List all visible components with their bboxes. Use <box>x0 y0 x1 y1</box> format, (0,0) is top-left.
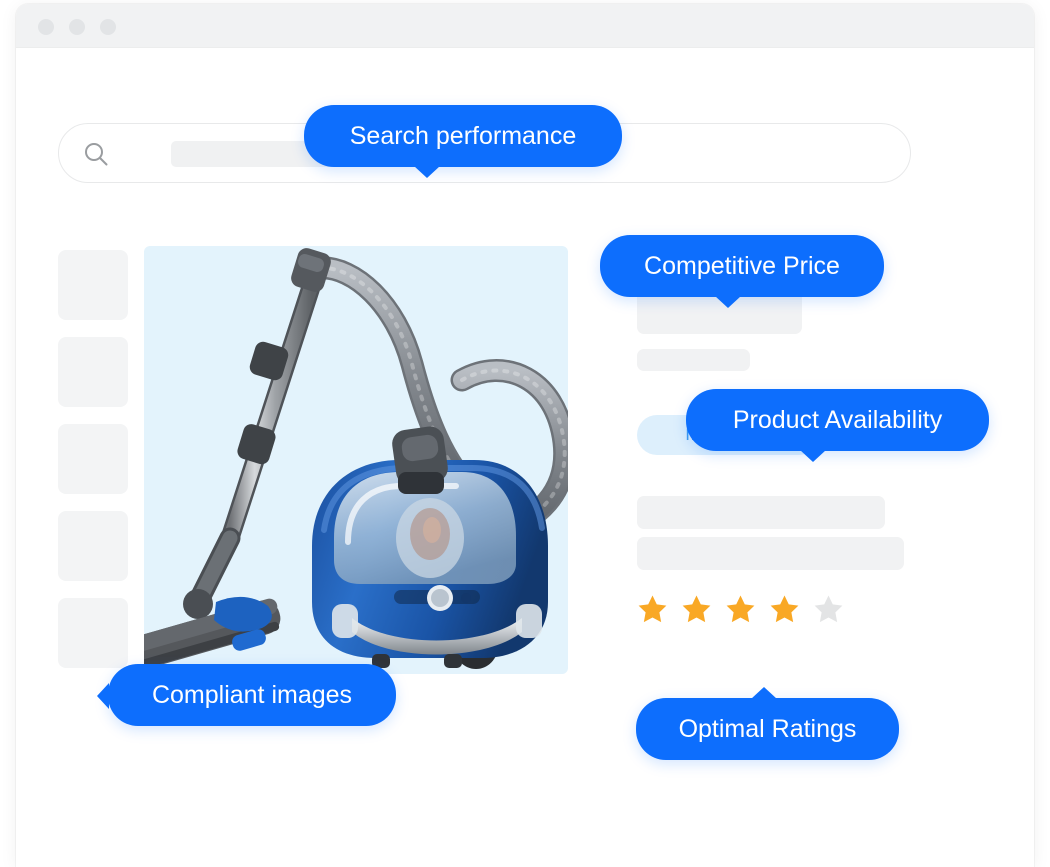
thumbnail-1[interactable] <box>58 250 128 320</box>
tooltip-compliant-images: Compliant images <box>97 664 396 726</box>
screenshot-stage: IN STOCK <box>0 0 1050 867</box>
tooltip-pointer-down-icon <box>414 166 440 178</box>
tooltip-search-performance: Search performance <box>304 105 622 178</box>
browser-window: IN STOCK <box>16 4 1034 867</box>
description-placeholder-1 <box>637 496 885 529</box>
tooltip-optimal-ratings: Optimal Ratings <box>636 687 899 760</box>
tooltip-pointer-up-icon <box>751 687 777 699</box>
star-icon-5[interactable] <box>812 593 845 626</box>
thumbnail-5[interactable] <box>58 598 128 668</box>
subtitle-placeholder <box>637 349 750 371</box>
tooltip-pointer-left-icon <box>97 683 109 709</box>
star-icon-4[interactable] <box>768 593 801 626</box>
tooltip-product-availability-label: Product Availability <box>732 405 943 434</box>
description-placeholder-2 <box>637 537 904 570</box>
tooltip-product-availability: Product Availability <box>686 389 989 462</box>
tooltip-search-performance-label: Search performance <box>349 121 577 150</box>
tooltip-competitive-price: Competitive Price <box>600 235 884 308</box>
star-icon-1[interactable] <box>636 593 669 626</box>
star-icon-3[interactable] <box>724 593 757 626</box>
page-content: IN STOCK <box>16 48 1034 867</box>
tooltip-pointer-down-icon <box>800 450 826 462</box>
tooltip-compliant-images-label: Compliant images <box>151 680 353 709</box>
minimize-dot[interactable] <box>69 19 85 35</box>
product-hero-image[interactable] <box>144 246 568 674</box>
tooltip-competitive-price-label: Competitive Price <box>644 251 840 280</box>
close-dot[interactable] <box>38 19 54 35</box>
thumbnail-4[interactable] <box>58 511 128 581</box>
rating-stars[interactable] <box>636 593 845 626</box>
thumbnail-2[interactable] <box>58 337 128 407</box>
tooltip-optimal-ratings-label: Optimal Ratings <box>678 714 857 743</box>
star-icon-2[interactable] <box>680 593 713 626</box>
thumbnail-3[interactable] <box>58 424 128 494</box>
search-icon <box>83 141 109 167</box>
browser-titlebar <box>16 4 1034 48</box>
maximize-dot[interactable] <box>100 19 116 35</box>
tooltip-pointer-down-icon <box>715 296 741 308</box>
